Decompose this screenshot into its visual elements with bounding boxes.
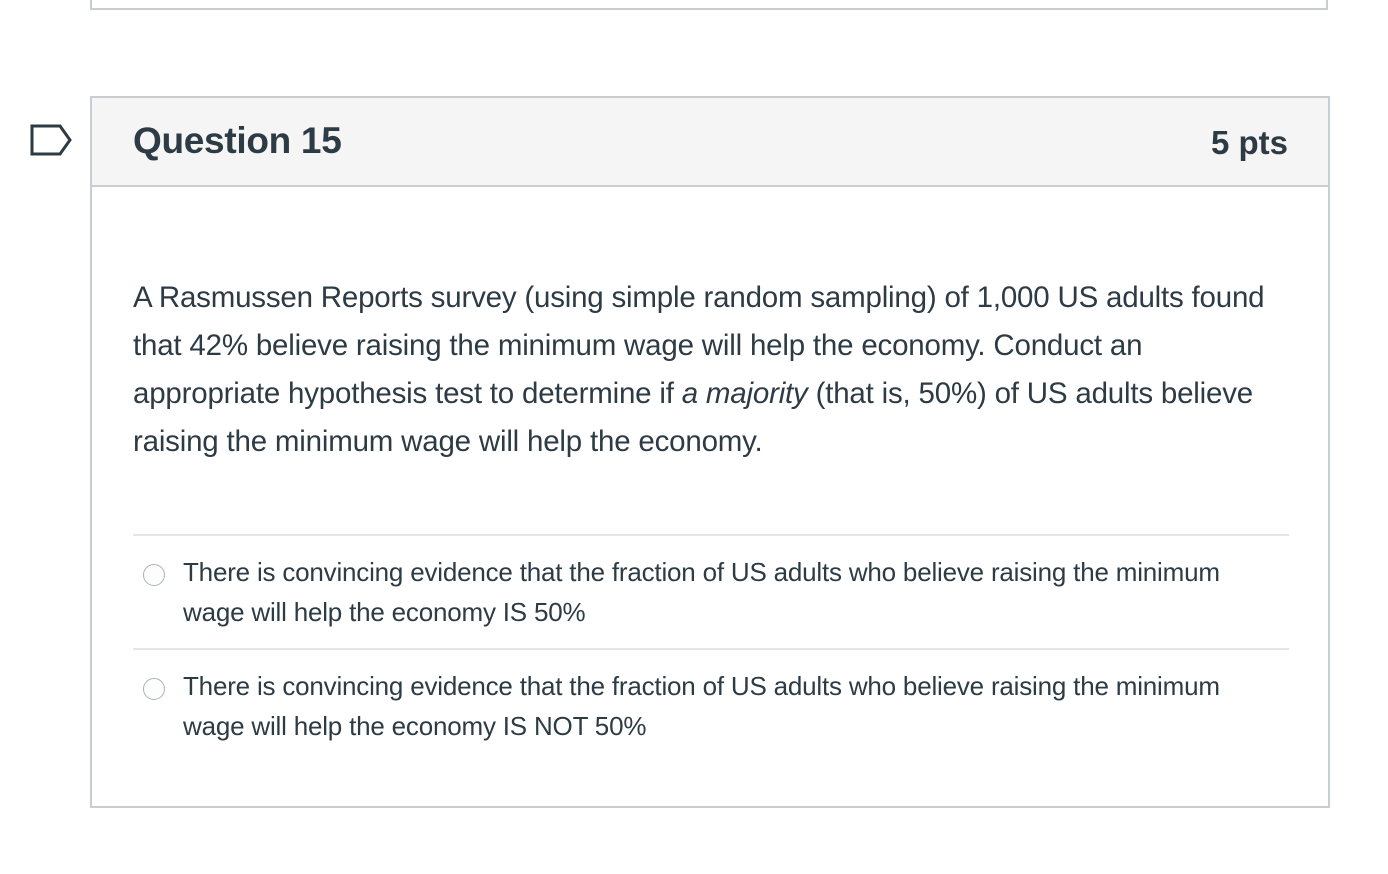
answer-option[interactable]: There is convincing evidence that the fr… — [133, 648, 1289, 762]
answer-option[interactable]: There is convincing evidence that the fr… — [133, 534, 1289, 648]
answer-label[interactable]: There is convincing evidence that the fr… — [183, 552, 1263, 632]
answer-radio[interactable] — [143, 564, 165, 586]
previous-question-box — [90, 0, 1328, 10]
question-card: Question 15 5 pts A Rasmussen Reports su… — [90, 96, 1330, 808]
flag-question-icon[interactable] — [30, 124, 74, 156]
question-points: 5 pts — [1210, 124, 1288, 161]
question-header: Question 15 5 pts — [92, 98, 1328, 187]
answer-list: There is convincing evidence that the fr… — [133, 534, 1289, 762]
question-text: A Rasmussen Reports survey (using simple… — [133, 274, 1293, 466]
quiz-page: Question 15 5 pts A Rasmussen Reports su… — [0, 0, 1388, 874]
answer-label[interactable]: There is convincing evidence that the fr… — [183, 666, 1263, 746]
question-text-emphasis: a majority — [681, 377, 808, 410]
question-title: Question 15 — [133, 120, 342, 161]
answer-radio[interactable] — [143, 678, 165, 700]
